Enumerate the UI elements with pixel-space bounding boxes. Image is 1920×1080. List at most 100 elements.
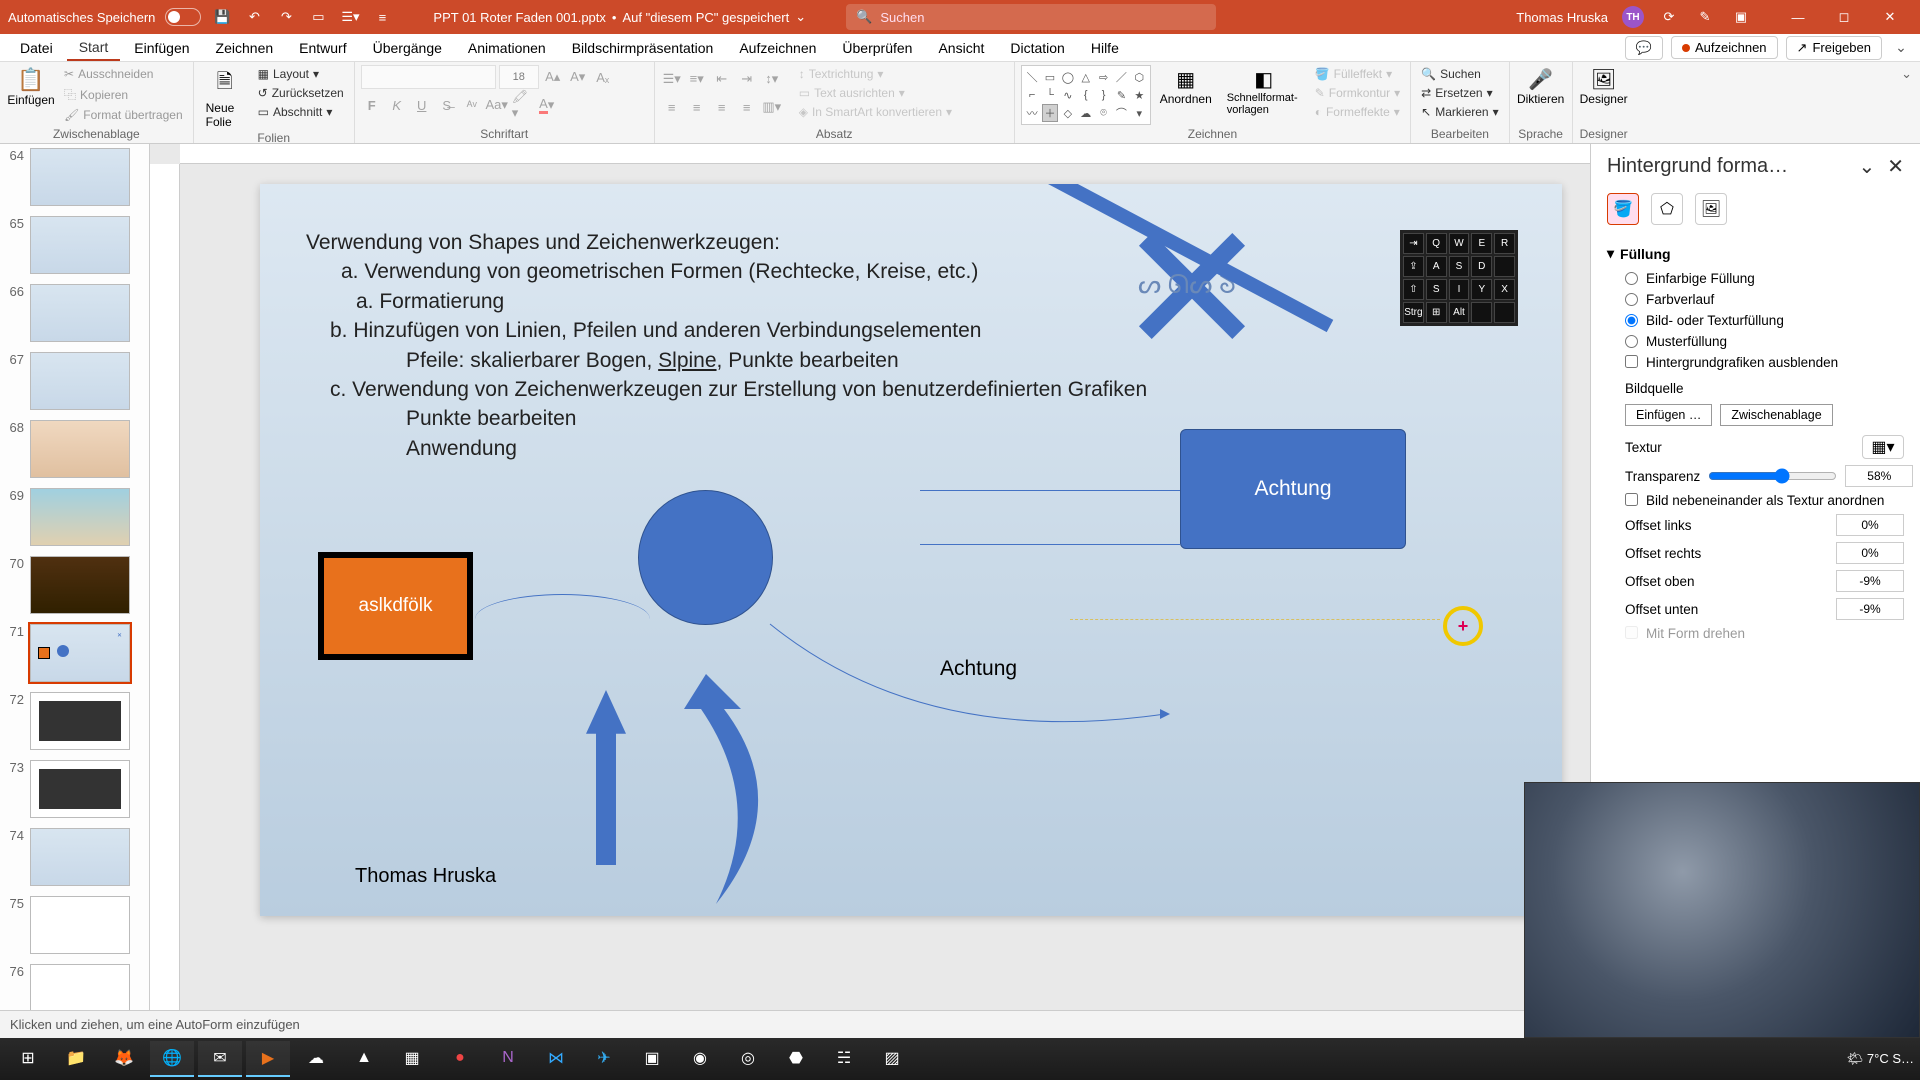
task-powerpoint[interactable]: ▶ (246, 1041, 290, 1077)
offset-bottom-input[interactable] (1836, 598, 1904, 620)
tab-ueberpruefen[interactable]: Überprüfen (830, 36, 924, 60)
shape-triangle-icon[interactable]: △ (1077, 68, 1094, 86)
shape-can-icon[interactable]: ⌾ (1095, 104, 1112, 122)
indent-decrease-button[interactable]: ⇤ (711, 68, 733, 90)
reset-button[interactable]: ↺Zurücksetzen (254, 84, 348, 102)
select-button[interactable]: ↖Markieren ▾ (1417, 103, 1502, 121)
shape-callout-icon[interactable]: ◇ (1059, 104, 1076, 122)
maximize-button[interactable]: ◻ (1822, 0, 1866, 34)
weather-widget[interactable]: 🌤 7°C S… (1847, 1051, 1914, 1067)
task-app6[interactable]: ⬣ (774, 1041, 818, 1077)
layout-button[interactable]: ▦Layout ▾ (254, 65, 348, 83)
connector-arrow-curve[interactable] (765, 619, 1175, 749)
tab-datei[interactable]: Datei (8, 36, 65, 60)
search-box[interactable]: 🔍 Suchen (846, 4, 1216, 30)
font-color-button[interactable]: A▾ (536, 94, 558, 116)
fill-section-header[interactable]: ▾Füllung (1607, 239, 1904, 268)
justify-button[interactable]: ≡ (736, 96, 758, 118)
effects-button[interactable]: ◐Formeffekte ▾ (1311, 103, 1404, 121)
shape-circle[interactable] (638, 490, 773, 625)
shape-curve-icon[interactable]: ∿ (1059, 87, 1076, 103)
thumb-70[interactable] (30, 556, 130, 614)
line-spacing-button[interactable]: ↕▾ (761, 68, 783, 90)
slide-canvas-area[interactable]: Verwendung von Shapes und Zeichenwerkzeu… (150, 144, 1590, 1010)
task-app2[interactable]: ▦ (390, 1041, 434, 1077)
columns-button[interactable]: ▥▾ (761, 96, 783, 118)
task-telegram[interactable]: ✈ (582, 1041, 626, 1077)
undo-icon[interactable]: ↶ (243, 6, 265, 28)
touch-mode-icon[interactable]: ☰▾ (339, 6, 361, 28)
app-window-icon[interactable]: ▣ (1730, 6, 1752, 28)
increase-font-icon[interactable]: A▴ (542, 66, 564, 88)
shape-brace-icon[interactable]: { (1077, 87, 1094, 103)
task-app4[interactable]: ▣ (630, 1041, 674, 1077)
smartart-button[interactable]: ◈In SmartArt konvertieren ▾ (795, 103, 956, 121)
tab-hilfe[interactable]: Hilfe (1079, 36, 1131, 60)
thumb-72[interactable] (30, 692, 130, 750)
thumb-67[interactable] (30, 352, 130, 410)
task-app1[interactable]: ☁ (294, 1041, 338, 1077)
font-family-input[interactable] (361, 65, 496, 89)
shape-rounded-rect[interactable]: Achtung (1180, 429, 1406, 549)
slide[interactable]: Verwendung von Shapes und Zeichenwerkzeu… (260, 184, 1562, 916)
thumb-69[interactable] (30, 488, 130, 546)
align-left-button[interactable]: ≡ (661, 96, 683, 118)
tab-ansicht[interactable]: Ansicht (926, 36, 996, 60)
sync-icon[interactable]: ⟳ (1658, 6, 1680, 28)
task-app8[interactable]: ▨ (870, 1041, 914, 1077)
highlight-button[interactable]: 🖍▾ (511, 94, 533, 116)
texture-picker[interactable]: ▦▾ (1862, 435, 1904, 459)
section-button[interactable]: ▭Abschnitt ▾ (254, 103, 348, 121)
shape-line2-icon[interactable]: ／ (1113, 68, 1130, 86)
thumb-65[interactable] (30, 216, 130, 274)
task-vscode[interactable]: ⋈ (534, 1041, 578, 1077)
radio-gradient[interactable]: Farbverlauf (1607, 289, 1904, 310)
qat-overflow-icon[interactable]: ≡ (371, 6, 393, 28)
designer-button[interactable]: 🖼Designer (1579, 65, 1629, 108)
transparency-slider[interactable] (1708, 468, 1837, 484)
transparency-input[interactable] (1845, 465, 1913, 487)
redo-icon[interactable]: ↷ (275, 6, 297, 28)
save-icon[interactable]: 💾 (211, 6, 233, 28)
decrease-font-icon[interactable]: A▾ (567, 66, 589, 88)
task-outlook[interactable]: ✉ (198, 1041, 242, 1077)
close-button[interactable]: ✕ (1868, 0, 1912, 34)
connector-curve[interactable] (475, 594, 650, 644)
tab-start[interactable]: Start (67, 35, 121, 61)
filename-chevron-icon[interactable]: ⌄ (795, 9, 806, 25)
effects-tab-icon[interactable]: ⬠ (1651, 193, 1683, 225)
shape-rect-icon[interactable]: ▭ (1042, 68, 1059, 86)
shape-line-icon[interactable]: ＼ (1024, 68, 1041, 86)
tab-einfuegen[interactable]: Einfügen (122, 36, 201, 60)
indent-increase-button[interactable]: ⇥ (736, 68, 758, 90)
strikethrough-button[interactable]: S̶ (436, 94, 458, 116)
clear-format-icon[interactable]: Aₓ (592, 66, 614, 88)
offset-right-input[interactable] (1836, 542, 1904, 564)
picture-tab-icon[interactable]: 🖼 (1695, 193, 1727, 225)
shape-oval-icon[interactable]: ◯ (1059, 68, 1076, 86)
bullets-button[interactable]: ☰▾ (661, 68, 683, 90)
draw-icon[interactable]: ✎ (1694, 6, 1716, 28)
autosave-toggle[interactable] (165, 8, 201, 26)
outline-button[interactable]: ✎Formkontur ▾ (1311, 84, 1404, 102)
underline-button[interactable]: U (411, 94, 433, 116)
shape-more-icon[interactable]: ▾ (1131, 104, 1148, 122)
clipboard-button[interactable]: Zwischenablage (1720, 404, 1832, 426)
shape-connector-icon[interactable]: ⌐ (1024, 87, 1041, 103)
shape-freeform-icon[interactable]: ✎ (1113, 87, 1130, 103)
thumb-74[interactable] (30, 828, 130, 886)
replace-button[interactable]: ⇄Ersetzen ▾ (1417, 84, 1502, 102)
fill-tab-icon[interactable]: 🪣 (1607, 193, 1639, 225)
paste-button[interactable]: 📋 Einfügen (6, 65, 56, 109)
char-spacing-button[interactable]: Aa▾ (486, 94, 508, 116)
slide-text-block[interactable]: Verwendung von Shapes und Zeichenwerkzeu… (306, 228, 1147, 463)
task-app5[interactable]: ◎ (726, 1041, 770, 1077)
minimize-button[interactable]: — (1776, 0, 1820, 34)
shape-cloud-icon[interactable]: ☁ (1077, 104, 1094, 122)
shape-plus-icon[interactable]: ＋ (1042, 104, 1059, 122)
radio-pattern[interactable]: Musterfüllung (1607, 331, 1904, 352)
thumb-75[interactable] (30, 896, 130, 954)
new-slide-button[interactable]: 🗎 Neue Folie (200, 65, 250, 131)
align-center-button[interactable]: ≡ (686, 96, 708, 118)
present-from-start-icon[interactable]: ▭ (307, 6, 329, 28)
